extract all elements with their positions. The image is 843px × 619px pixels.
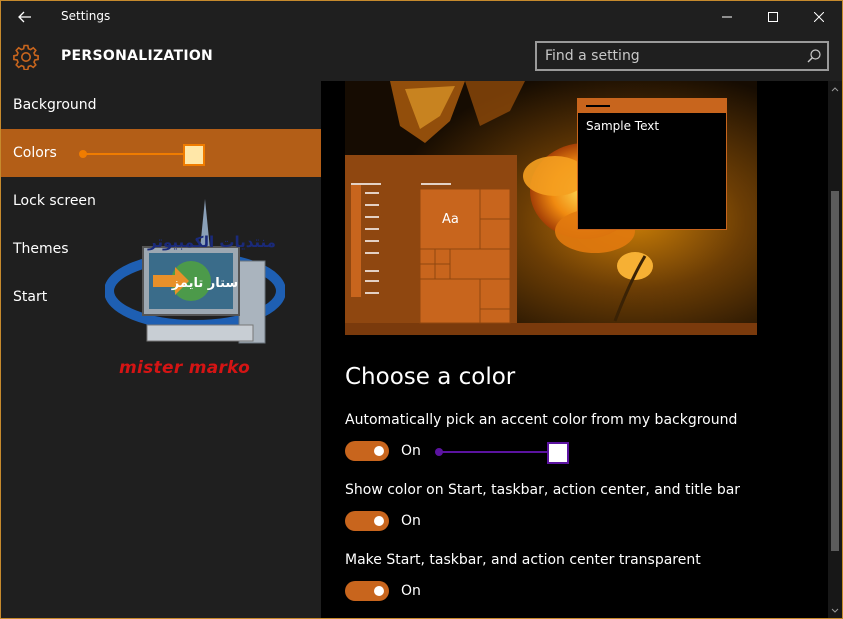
watermark-author: mister marko bbox=[119, 358, 251, 378]
window-title: Settings bbox=[61, 9, 111, 23]
toggle-knob bbox=[374, 446, 384, 456]
sidebar-item-background[interactable]: Background bbox=[1, 81, 321, 129]
transparency-label: Make Start, taskbar, and action center t… bbox=[345, 552, 701, 568]
minimize-icon bbox=[722, 16, 732, 18]
toggle-knob bbox=[374, 516, 384, 526]
auto-accent-state: On bbox=[401, 443, 421, 459]
gear-icon bbox=[13, 44, 39, 70]
maximize-button[interactable] bbox=[750, 1, 796, 33]
sample-window: Sample Text bbox=[577, 98, 727, 230]
annotation-line-colors bbox=[83, 153, 183, 155]
title-bar: Settings bbox=[1, 1, 842, 33]
minimize-button[interactable] bbox=[704, 1, 750, 33]
maximize-icon bbox=[768, 12, 778, 22]
watermark-logo: منتديات الكمبيوتر ستار تايمز bbox=[104, 199, 286, 379]
choose-color-heading: Choose a color bbox=[345, 364, 516, 390]
close-icon bbox=[814, 12, 824, 22]
annotation-box-colors bbox=[183, 144, 205, 166]
page-title: PERSONALIZATION bbox=[61, 48, 214, 64]
scroll-down-icon[interactable] bbox=[828, 605, 842, 617]
page-header: PERSONALIZATION bbox=[1, 33, 842, 81]
show-color-toggle[interactable] bbox=[345, 511, 389, 531]
scroll-thumb[interactable] bbox=[831, 191, 839, 551]
sample-window-line bbox=[586, 105, 610, 107]
watermark-arabic-top: منتديات الكمبيوتر bbox=[147, 233, 276, 251]
close-button[interactable] bbox=[796, 1, 842, 33]
scroll-up-icon[interactable] bbox=[828, 83, 842, 95]
content-pane: Aa Sample Text Choose a color Automatica… bbox=[321, 81, 828, 618]
tile-label: Aa bbox=[442, 212, 459, 227]
computer-logo-icon: منتديات الكمبيوتر ستار تايمز bbox=[104, 199, 286, 344]
watermark-arabic-screen: ستار تايمز bbox=[171, 276, 238, 291]
back-arrow-icon bbox=[18, 11, 31, 23]
show-color-label: Show color on Start, taskbar, action cen… bbox=[345, 482, 741, 498]
back-button[interactable] bbox=[1, 1, 49, 33]
auto-accent-toggle[interactable] bbox=[345, 441, 389, 461]
search-box[interactable] bbox=[535, 41, 829, 71]
show-color-state: On bbox=[401, 513, 421, 529]
sample-text: Sample Text bbox=[586, 119, 660, 133]
theme-preview: Aa Sample Text bbox=[345, 81, 757, 335]
annotation-box-toggle bbox=[547, 442, 569, 464]
search-icon[interactable] bbox=[807, 49, 821, 63]
settings-window: Settings PERSONALIZATION Backg bbox=[0, 0, 843, 619]
toggle-knob bbox=[374, 586, 384, 596]
search-input[interactable] bbox=[545, 46, 795, 66]
auto-accent-label: Automatically pick an accent color from … bbox=[345, 412, 738, 428]
transparency-toggle[interactable] bbox=[345, 581, 389, 601]
annotation-line-toggle bbox=[439, 451, 547, 453]
transparency-state: On bbox=[401, 583, 421, 599]
content-scrollbar[interactable] bbox=[828, 81, 842, 618]
